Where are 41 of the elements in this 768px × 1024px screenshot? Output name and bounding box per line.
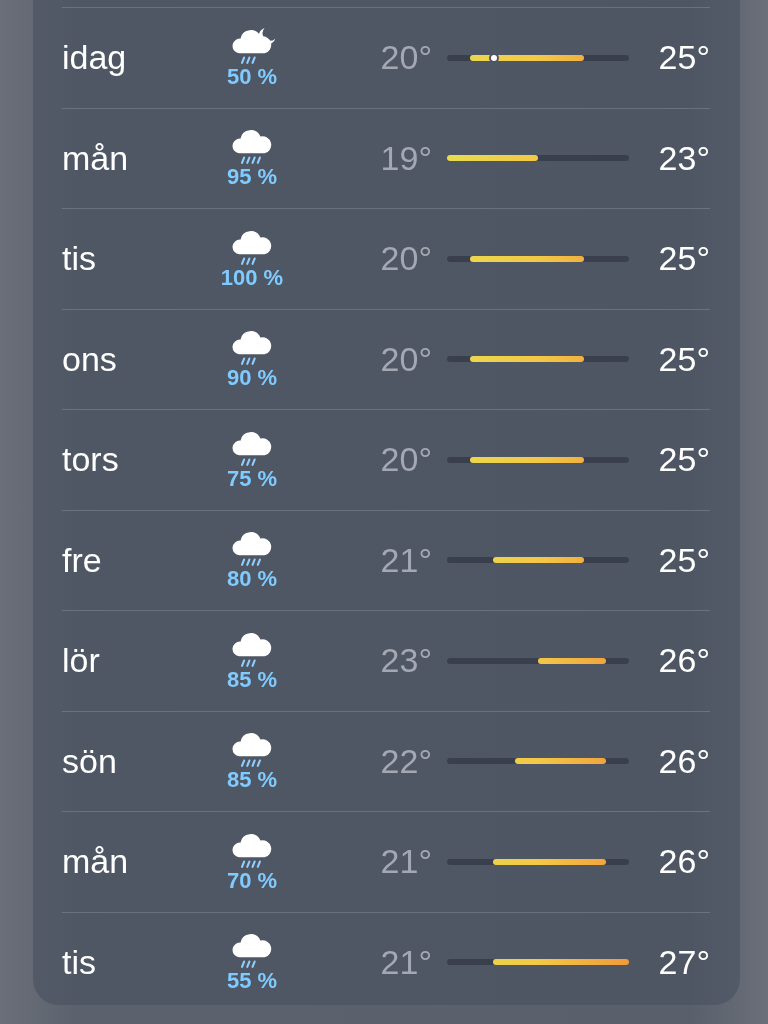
- low-temperature: 21°: [379, 942, 432, 982]
- precipitation-chance: 100 %: [220, 264, 284, 291]
- day-label: tis: [62, 942, 97, 982]
- low-temperature: 20°: [379, 440, 432, 480]
- low-temperature: 22°: [379, 741, 432, 781]
- high-temperature: 25°: [657, 440, 710, 480]
- high-temperature: 26°: [657, 741, 710, 781]
- day-label: sön: [62, 741, 118, 781]
- high-temperature: 25°: [657, 540, 710, 580]
- precipitation-chance: 50 %: [226, 63, 278, 90]
- low-temperature: 21°: [379, 540, 432, 580]
- day-label: lör: [62, 641, 101, 681]
- temperature-range-fill: [538, 657, 607, 664]
- day-label: tors: [62, 440, 120, 480]
- precipitation-chance: 55 %: [226, 968, 278, 995]
- precipitation-chance: 80 %: [226, 566, 278, 593]
- high-temperature: 26°: [657, 842, 710, 882]
- precipitation-chance: 75 %: [226, 465, 278, 492]
- day-label: mån: [62, 842, 130, 882]
- high-temperature: 23°: [657, 138, 710, 178]
- low-temperature: 19°: [379, 138, 432, 178]
- day-label: ons: [62, 339, 118, 379]
- high-temperature: 27°: [657, 942, 710, 982]
- precipitation-chance: 70 %: [226, 867, 278, 894]
- day-label: fre: [62, 540, 103, 580]
- low-temperature: 20°: [379, 339, 432, 379]
- high-temperature: 25°: [657, 339, 710, 379]
- precipitation-chance: 90 %: [226, 365, 278, 392]
- day-label: tis: [62, 239, 97, 279]
- low-temperature: 20°: [379, 38, 432, 78]
- high-temperature: 26°: [657, 641, 710, 681]
- precipitation-chance: 85 %: [226, 767, 278, 794]
- low-temperature: 21°: [379, 842, 432, 882]
- high-temperature: 25°: [657, 38, 710, 78]
- low-temperature: 23°: [379, 641, 432, 681]
- high-temperature: 25°: [657, 239, 710, 279]
- precipitation-chance: 85 %: [226, 666, 278, 693]
- day-label: mån: [62, 138, 130, 178]
- day-label: idag: [62, 38, 128, 78]
- precipitation-chance: 95 %: [226, 164, 278, 191]
- low-temperature: 20°: [379, 239, 432, 279]
